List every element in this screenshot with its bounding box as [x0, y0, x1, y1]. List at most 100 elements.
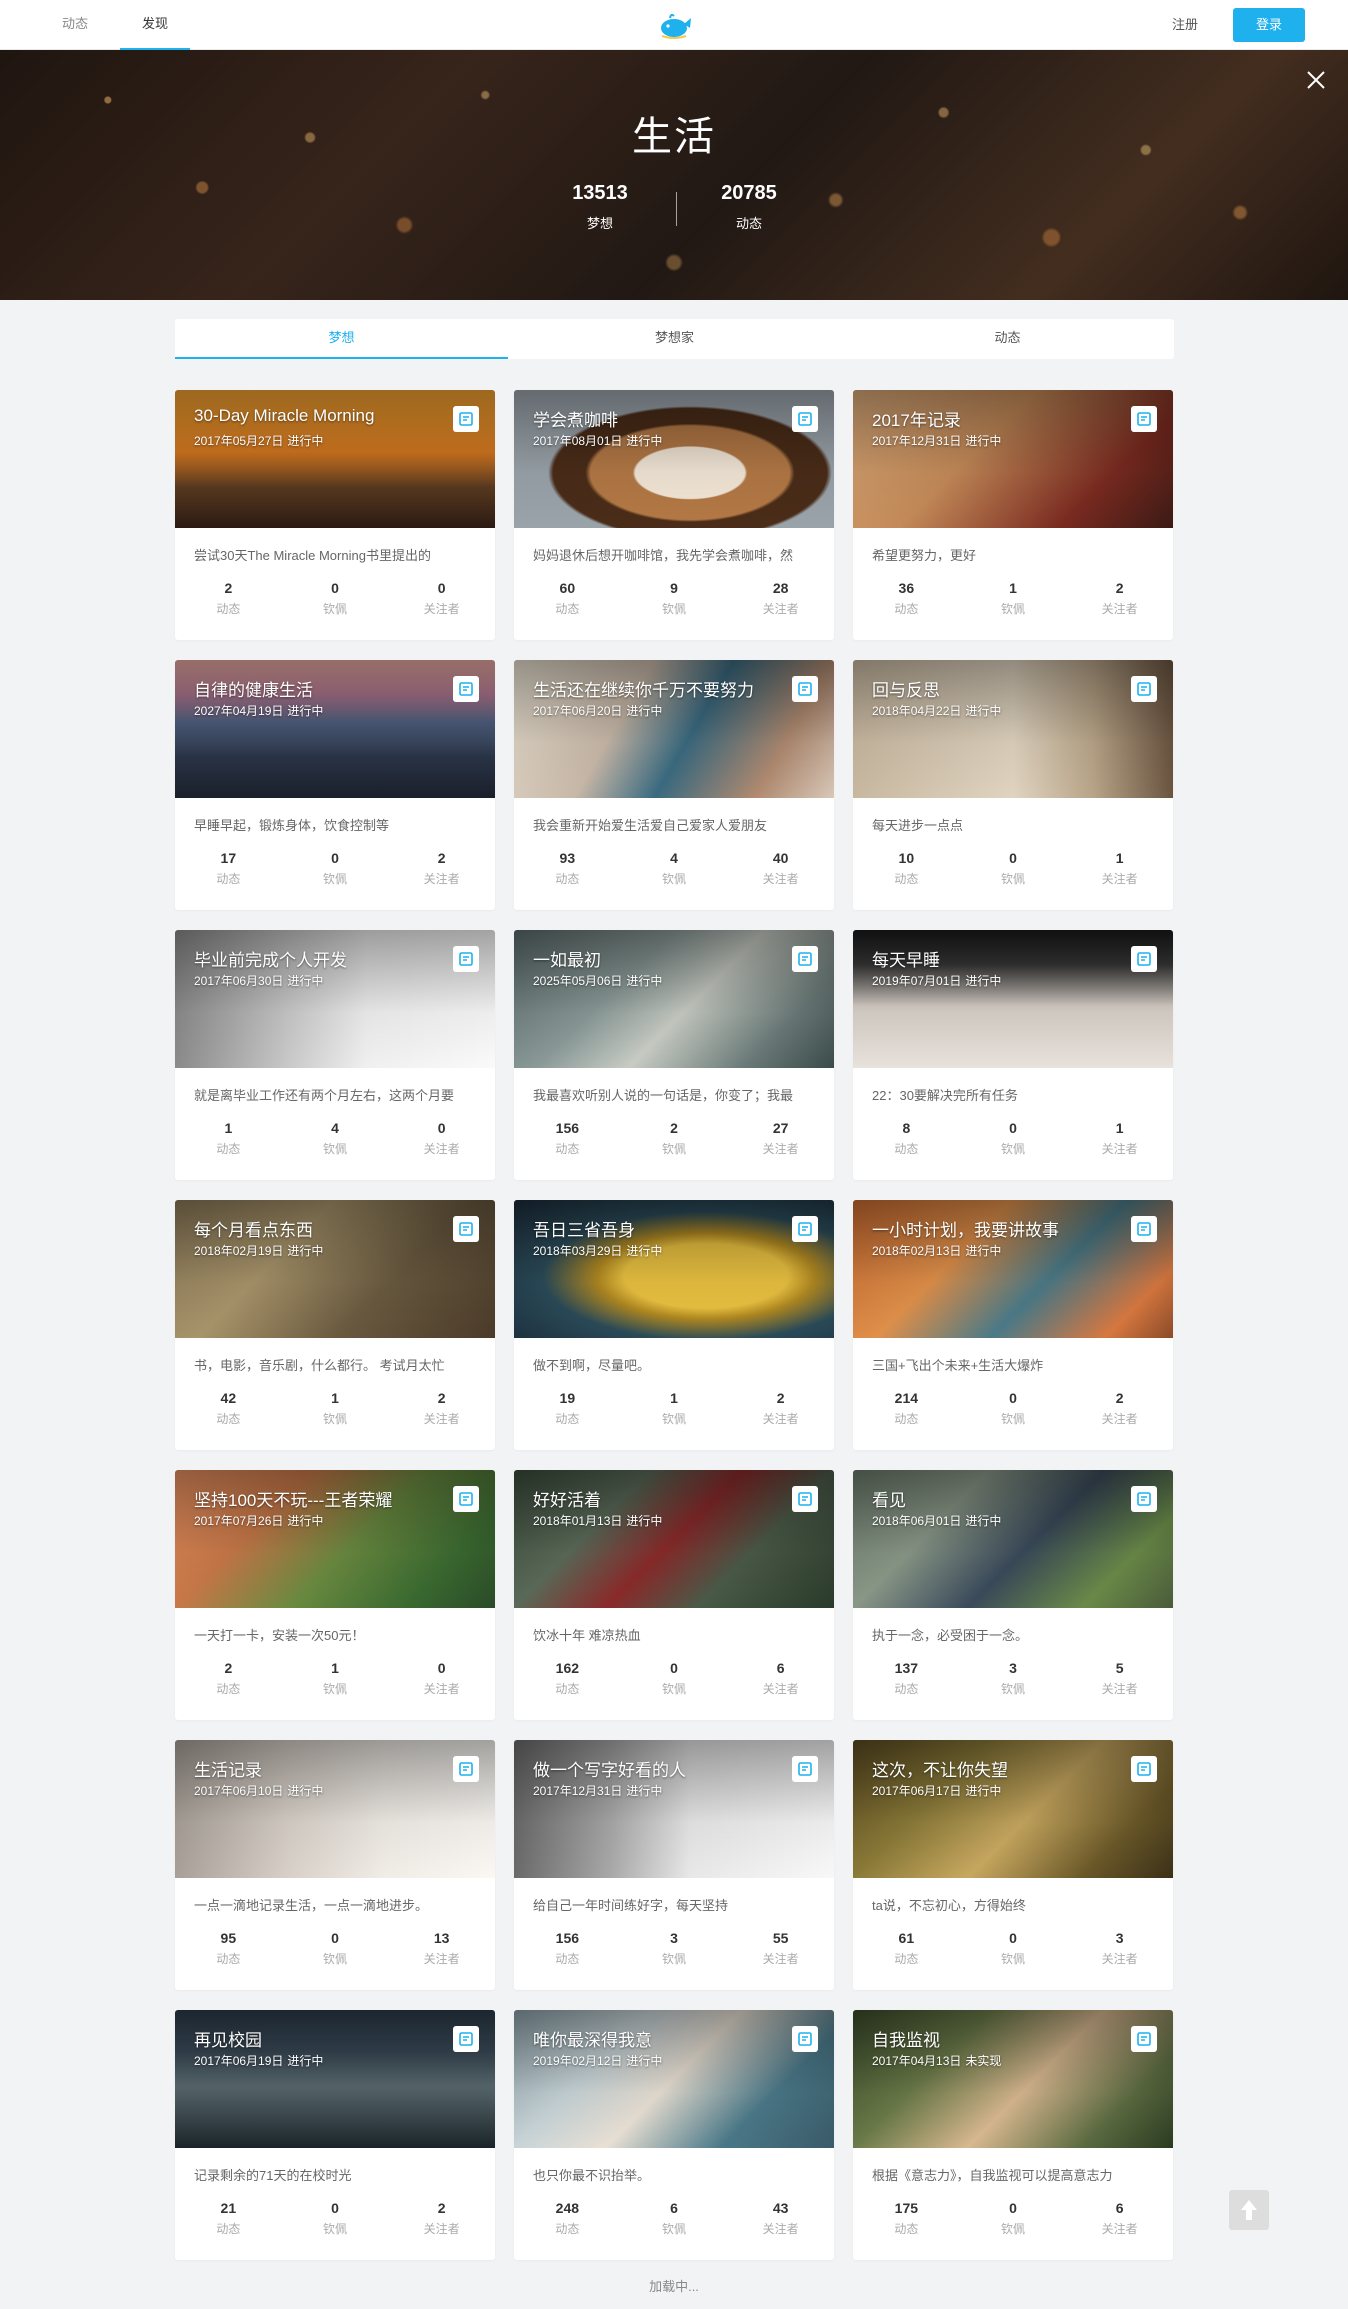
note-icon — [1137, 2032, 1151, 2046]
dream-title[interactable]: 30-Day Miracle Morning — [194, 406, 374, 426]
dream-title[interactable]: 一如最初 — [533, 946, 601, 971]
dream-cover-image[interactable]: 每天早睡 2019年07月01日 进行中 — [853, 930, 1173, 1068]
edit-badge[interactable] — [792, 1216, 818, 1242]
dream-cover-image[interactable]: 自律的健康生活 2027年04月19日 进行中 — [175, 660, 495, 798]
dream-card[interactable]: 回与反思 2018年04月22日 进行中 每天进步一点点 10 动态 0 钦佩 1 关注… — [853, 660, 1173, 910]
dream-card[interactable]: 30-Day Miracle Morning 2017年05月27日 进行中 尝试… — [175, 390, 495, 640]
dream-title[interactable]: 吾日三省吾身 — [533, 1216, 635, 1241]
dream-title[interactable]: 生活记录 — [194, 1756, 262, 1781]
edit-badge[interactable] — [792, 406, 818, 432]
dream-title[interactable]: 回与反思 — [872, 676, 940, 701]
dream-title[interactable]: 再见校园 — [194, 2026, 262, 2051]
edit-badge[interactable] — [1131, 2026, 1157, 2052]
dream-card[interactable]: 毕业前完成个人开发 2017年06月30日 进行中 就是离毕业工作还有两个月左右，… — [175, 930, 495, 1180]
nav-feed[interactable]: 动态 — [40, 0, 110, 50]
dream-card[interactable]: 每天早睡 2019年07月01日 进行中 22：30要解决完所有任务 8 动态 0 钦… — [853, 930, 1173, 1180]
dream-title[interactable]: 做一个写字好看的人 — [533, 1756, 686, 1781]
dream-cover-image[interactable]: 坚持100天不玩---王者荣耀 2017年07月26日 进行中 — [175, 1470, 495, 1608]
dream-card[interactable]: 自我监视 2017年04月13日 未实现 根据《意志力》，自我监视可以提高意志力 … — [853, 2010, 1173, 2260]
dream-cover-image[interactable]: 这次，不让你失望 2017年06月17日 进行中 — [853, 1740, 1173, 1878]
dream-cover-image[interactable]: 回与反思 2018年04月22日 进行中 — [853, 660, 1173, 798]
whale-logo-icon[interactable] — [656, 10, 692, 40]
edit-badge[interactable] — [453, 676, 479, 702]
dream-title[interactable]: 看见 — [872, 1486, 906, 1511]
dream-title[interactable]: 唯你最深得我意 — [533, 2026, 652, 2051]
dream-card[interactable]: 坚持100天不玩---王者荣耀 2017年07月26日 进行中 一天打一卡，安装一… — [175, 1470, 495, 1720]
dream-cover-image[interactable]: 吾日三省吾身 2018年03月29日 进行中 — [514, 1200, 834, 1338]
dream-card[interactable]: 生活记录 2017年06月10日 进行中 一点一滴地记录生活，一点一滴地进步。 9… — [175, 1740, 495, 1990]
tab-feeds[interactable]: 动态 — [841, 319, 1174, 359]
edit-badge[interactable] — [792, 2026, 818, 2052]
dream-title[interactable]: 学会煮咖啡 — [533, 406, 618, 431]
dream-cover-image[interactable]: 再见校园 2017年06月19日 进行中 — [175, 2010, 495, 2148]
edit-badge[interactable] — [1131, 946, 1157, 972]
dream-cover-image[interactable]: 做一个写字好看的人 2017年12月31日 进行中 — [514, 1740, 834, 1878]
edit-badge[interactable] — [1131, 1216, 1157, 1242]
dream-cover-image[interactable]: 一如最初 2025年05月06日 进行中 — [514, 930, 834, 1068]
dream-title[interactable]: 毕业前完成个人开发 — [194, 946, 347, 971]
dream-title[interactable]: 坚持100天不玩---王者荣耀 — [194, 1486, 392, 1511]
dream-cover-image[interactable]: 每个月看点东西 2018年02月19日 进行中 — [175, 1200, 495, 1338]
edit-badge[interactable] — [1131, 1756, 1157, 1782]
login-button[interactable]: 登录 — [1233, 8, 1305, 42]
dream-title[interactable]: 生活还在继续你千万不要努力 — [533, 676, 754, 701]
back-to-top-button[interactable] — [1229, 2190, 1269, 2230]
register-link[interactable]: 注册 — [1172, 0, 1198, 50]
dream-cover-image[interactable]: 生活记录 2017年06月10日 进行中 — [175, 1740, 495, 1878]
dream-cover-image[interactable]: 2017年记录 2017年12月31日 进行中 — [853, 390, 1173, 528]
nav-discover[interactable]: 发现 — [120, 0, 190, 50]
dream-title[interactable]: 2017年记录 — [872, 406, 961, 431]
edit-badge[interactable] — [453, 2026, 479, 2052]
dream-cover-image[interactable]: 一小时计划，我要讲故事 2018年02月13日 进行中 — [853, 1200, 1173, 1338]
dream-card[interactable]: 每个月看点东西 2018年02月19日 进行中 书，电影，音乐剧，什么都行。 考试… — [175, 1200, 495, 1450]
edit-badge[interactable] — [453, 1486, 479, 1512]
dream-card[interactable]: 唯你最深得我意 2019年02月12日 进行中 也只你最不识抬举。 248 动态 6… — [514, 2010, 834, 2260]
dream-status: 进行中 — [626, 1244, 663, 1258]
tab-dreams[interactable]: 梦想 — [175, 319, 508, 359]
dream-title[interactable]: 每个月看点东西 — [194, 1216, 313, 1241]
dream-cover-image[interactable]: 生活还在继续你千万不要努力 2017年06月20日 进行中 — [514, 660, 834, 798]
edit-badge[interactable] — [792, 1756, 818, 1782]
edit-badge[interactable] — [792, 1486, 818, 1512]
dream-cover-image[interactable]: 唯你最深得我意 2019年02月12日 进行中 — [514, 2010, 834, 2148]
edit-badge[interactable] — [1131, 406, 1157, 432]
dream-card[interactable]: 一如最初 2025年05月06日 进行中 我最喜欢听别人说的一句话是，你变了；我最… — [514, 930, 834, 1180]
dream-card[interactable]: 自律的健康生活 2027年04月19日 进行中 早睡早起，锻炼身体，饮食控制等 1… — [175, 660, 495, 910]
stat-number: 0 — [331, 1930, 339, 1946]
dream-card[interactable]: 吾日三省吾身 2018年03月29日 进行中 做不到啊，尽量吧。 19 动态 1 钦佩… — [514, 1200, 834, 1450]
dream-card[interactable]: 学会煮咖啡 2017年08月01日 进行中 妈妈退休后想开咖啡馆，我先学会煮咖啡，… — [514, 390, 834, 640]
edit-badge[interactable] — [1131, 1486, 1157, 1512]
stat-number: 137 — [894, 1660, 919, 1676]
dream-card[interactable]: 做一个写字好看的人 2017年12月31日 进行中 给自己一年时间练好字，每天坚持… — [514, 1740, 834, 1990]
edit-badge[interactable] — [453, 1216, 479, 1242]
dream-card[interactable]: 一小时计划，我要讲故事 2018年02月13日 进行中 三国+飞出个未来+生活大爆… — [853, 1200, 1173, 1450]
dream-title[interactable]: 自我监视 — [872, 2026, 940, 2051]
dream-cover-image[interactable]: 学会煮咖啡 2017年08月01日 进行中 — [514, 390, 834, 528]
dream-card[interactable]: 好好活着 2018年01月13日 进行中 饮冰十年 难凉热血 162 动态 0 钦佩 … — [514, 1470, 834, 1720]
dream-title[interactable]: 每天早睡 — [872, 946, 940, 971]
dream-cover-image[interactable]: 自我监视 2017年04月13日 未实现 — [853, 2010, 1173, 2148]
close-icon[interactable] — [1306, 70, 1326, 90]
edit-badge[interactable] — [453, 1756, 479, 1782]
dream-title[interactable]: 自律的健康生活 — [194, 676, 313, 701]
stat-feeds: 156 动态 — [514, 1120, 621, 1157]
dream-card[interactable]: 生活还在继续你千万不要努力 2017年06月20日 进行中 我会重新开始爱生活爱自… — [514, 660, 834, 910]
dream-cover-image[interactable]: 好好活着 2018年01月13日 进行中 — [514, 1470, 834, 1608]
dream-card[interactable]: 2017年记录 2017年12月31日 进行中 希望更努力，更好 36 动态 1 钦佩… — [853, 390, 1173, 640]
dream-title[interactable]: 一小时计划，我要讲故事 — [872, 1216, 1059, 1241]
dream-card[interactable]: 这次，不让你失望 2017年06月17日 进行中 ta说，不忘初心，方得始终 61… — [853, 1740, 1173, 1990]
edit-badge[interactable] — [453, 946, 479, 972]
tab-dreamers[interactable]: 梦想家 — [508, 319, 841, 359]
dream-card[interactable]: 看见 2018年06月01日 进行中 执于一念，必受困于一念。 137 动态 3 钦佩… — [853, 1470, 1173, 1720]
dream-cover-image[interactable]: 毕业前完成个人开发 2017年06月30日 进行中 — [175, 930, 495, 1068]
dream-title[interactable]: 好好活着 — [533, 1486, 601, 1511]
dream-title[interactable]: 这次，不让你失望 — [872, 1756, 1008, 1781]
dream-cover-image[interactable]: 看见 2018年06月01日 进行中 — [853, 1470, 1173, 1608]
dream-card[interactable]: 再见校园 2017年06月19日 进行中 记录剩余的71天的在校时光 21 动态 0… — [175, 2010, 495, 2260]
stat-label: 钦佩 — [662, 2222, 687, 2236]
edit-badge[interactable] — [453, 406, 479, 432]
edit-badge[interactable] — [792, 676, 818, 702]
dream-cover-image[interactable]: 30-Day Miracle Morning 2017年05月27日 进行中 — [175, 390, 495, 528]
edit-badge[interactable] — [1131, 676, 1157, 702]
edit-badge[interactable] — [792, 946, 818, 972]
